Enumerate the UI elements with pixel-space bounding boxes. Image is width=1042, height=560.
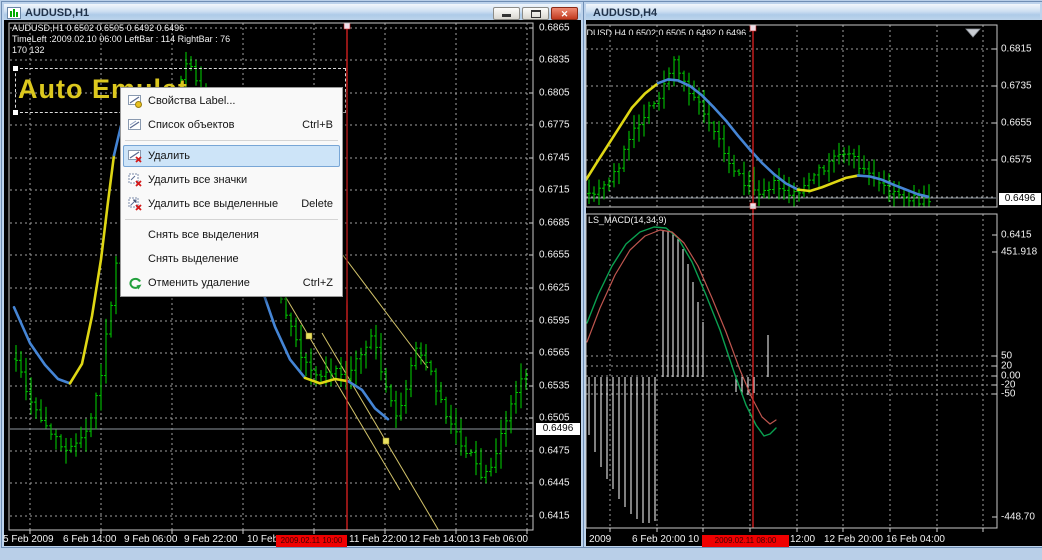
right-time-axis-label: 6 Feb 20:00: [632, 534, 686, 545]
right-price-axis-label: -50: [1001, 388, 1016, 400]
right-window-title: AUDUSD,H4: [593, 7, 658, 19]
left-current-price-box: 0.6496: [535, 422, 581, 436]
right-time-axis-label: 12:00: [790, 534, 816, 545]
menu-item-delete[interactable]: Удалить: [121, 144, 342, 168]
left-time-axis-label: 13 Feb 06:00: [469, 534, 528, 545]
mt4-workspace: AUDUSD,H1 ✕ AUDUSD,H4 AUDUSD,H1 0.6502 0…: [0, 0, 1042, 560]
menu-item-deselect-all[interactable]: Снять все выделения: [121, 223, 342, 247]
right-red-time-label: 2009.02.11 08:00: [702, 535, 789, 547]
menu-item-label-properties[interactable]: Свойства Label...: [121, 89, 342, 113]
right-price-axis-label: 0.6575: [1001, 154, 1032, 166]
left-price-axis-label: 0.6445: [539, 477, 570, 489]
restore-button[interactable]: [522, 6, 549, 20]
selection-handle[interactable]: [13, 66, 18, 71]
left-time-axis-label: 5 Feb 2009: [3, 534, 54, 545]
right-time-axis-label: 12 Feb 20:00: [824, 534, 883, 545]
right-current-price-box: 0.6496: [998, 192, 1042, 206]
left-price-axis-label: 0.6565: [539, 347, 570, 359]
left-price-axis-label: 0.6595: [539, 315, 570, 327]
minimize-button[interactable]: [493, 6, 520, 20]
left-price-axis-label: 0.6775: [539, 119, 570, 131]
menu-item-delete-all-icons[interactable]: Удалить все значки: [121, 168, 342, 192]
left-time-axis-label: 9 Feb 06:00: [124, 534, 178, 545]
left-price-axis-label: 0.6745: [539, 152, 570, 164]
left-price-axis-label: 0.6865: [539, 22, 570, 34]
menu-item-shortcut: Ctrl+B: [302, 119, 333, 131]
chart-window-audusd-h4: AUDUSD,H4: [584, 2, 1042, 547]
left-indicator-info: TimeLeft :2009.02.10 06:00 LeftBar : 114…: [12, 34, 231, 44]
undo-icon: [121, 275, 148, 291]
right-window-titlebar[interactable]: AUDUSD,H4: [586, 4, 1040, 22]
left-price-axis-label: 0.6625: [539, 282, 570, 294]
delete-selected-icon: [121, 196, 148, 212]
right-price-axis-label: 0.6655: [1001, 117, 1032, 129]
selection-handle[interactable]: [13, 110, 18, 115]
left-window-titlebar[interactable]: AUDUSD,H1 ✕: [4, 4, 581, 22]
left-price-axis-label: 0.6715: [539, 184, 570, 196]
menu-item-label: Снять все выделения: [148, 229, 259, 241]
left-window-title: AUDUSD,H1: [25, 7, 90, 19]
menu-item-label: Список объектов: [148, 119, 235, 131]
menu-item-label: Удалить: [148, 150, 190, 162]
menu-item-label: Свойства Label...: [148, 95, 236, 107]
right-ohlc-info-clip: AUDUSD,H4 0.6502 0.6505 0.6492 0.6496: [586, 23, 986, 35]
left-ohlc-info: AUDUSD,H1 0.6502 0.6505 0.6492 0.6496: [12, 23, 185, 33]
left-price-axis-label: 0.6415: [539, 510, 570, 522]
right-price-axis-label: -448.70: [1001, 511, 1035, 523]
left-time-axis-label: 9 Feb 22:00: [184, 534, 238, 545]
right-time-axis-label: 2009: [589, 534, 612, 545]
left-price-axis-label: 0.6805: [539, 87, 570, 99]
menu-item-label: Удалить все выделенные: [148, 198, 279, 210]
context-menu: Свойства Label... Список объектов Ctrl+B Уд…: [120, 87, 343, 297]
left-red-time-label: 2009.02.11 10:00: [276, 535, 347, 547]
left-price-axis-label: 0.6475: [539, 445, 570, 457]
menu-separator: [121, 137, 342, 144]
menu-item-delete-all-selected[interactable]: Удалить все выделенные Delete: [121, 192, 342, 216]
right-time-axis-label: 16 Feb 04:00: [886, 534, 945, 545]
close-button[interactable]: ✕: [551, 6, 578, 20]
left-indicator-info2: 170 132: [12, 45, 45, 55]
right-price-axis-label: 0.6415: [1001, 229, 1032, 241]
left-price-axis-label: 0.6685: [539, 217, 570, 229]
macd-indicator-label: LS_MACD(14,34,9): [588, 215, 667, 225]
menu-item-objects-list[interactable]: Список объектов Ctrl+B: [121, 113, 342, 137]
right-price-axis-label: 0.6735: [1001, 80, 1032, 92]
left-time-axis-label: 11 Feb 22:00: [349, 534, 408, 545]
menu-item-deselect[interactable]: Снять выделение: [121, 247, 342, 271]
delete-icons-icon: [121, 172, 148, 188]
menu-item-shortcut: Delete: [301, 198, 333, 210]
objects-list-icon: [121, 117, 148, 133]
menu-item-label: Удалить все значки: [148, 174, 248, 186]
left-price-axis-label: 0.6535: [539, 380, 570, 392]
menu-item-label: Снять выделение: [148, 253, 239, 265]
right-price-axis-label: 0.6815: [1001, 43, 1032, 55]
left-price-axis-label: 0.6655: [539, 249, 570, 261]
left-price-axis-label: 0.6835: [539, 54, 570, 66]
menu-item-undo-delete[interactable]: Отменить удаление Ctrl+Z: [121, 271, 342, 295]
right-price-axis-label: 451.918: [1001, 246, 1038, 258]
menu-separator: [121, 216, 342, 223]
menu-item-label: Отменить удаление: [148, 277, 250, 289]
delete-object-icon: [121, 148, 148, 164]
right-ohlc-info: AUDUSD,H4 0.6502 0.6505 0.6492 0.6496: [586, 28, 747, 35]
menu-item-shortcut: Ctrl+Z: [302, 277, 333, 289]
left-time-axis-label: 12 Feb 14:00: [409, 534, 468, 545]
chart-window-icon: [7, 7, 21, 19]
label-properties-icon: [121, 93, 148, 109]
left-time-axis-label: 6 Feb 14:00: [63, 534, 117, 545]
